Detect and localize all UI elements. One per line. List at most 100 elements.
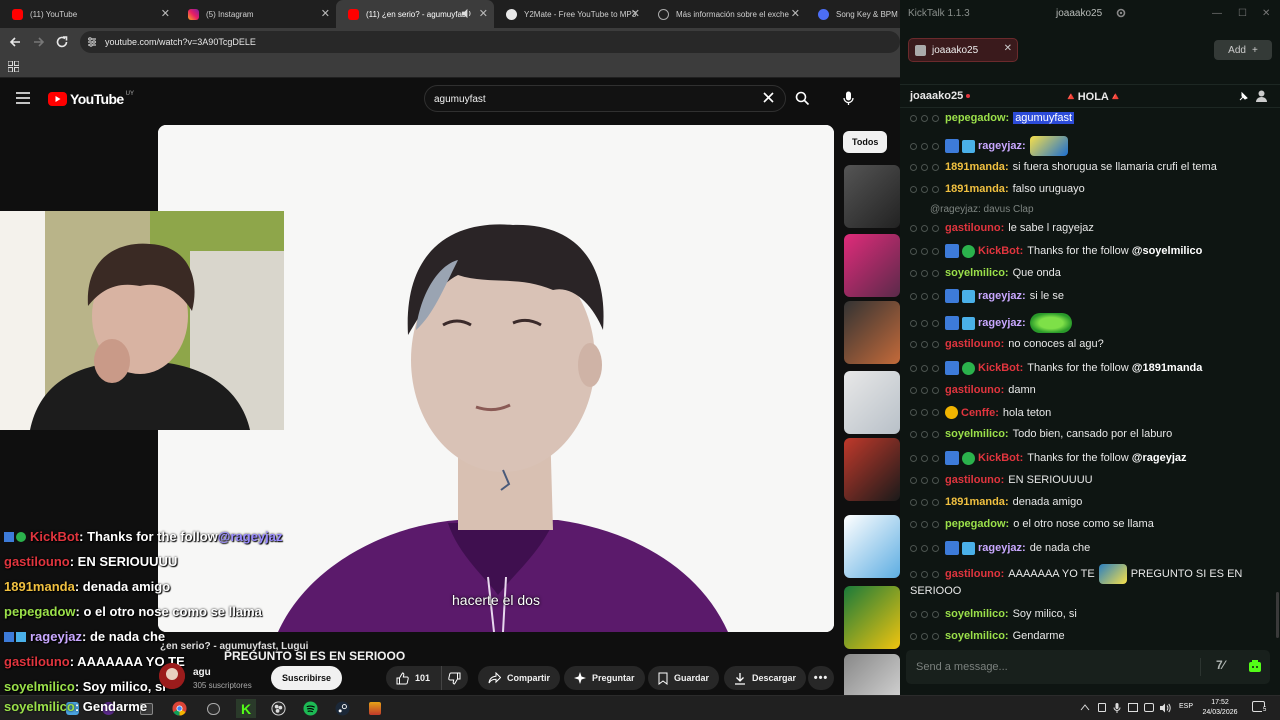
- browser-tab[interactable]: Más información sobre el exche ✕: [646, 0, 806, 28]
- more-actions-button[interactable]: •••: [808, 666, 834, 690]
- mod-action-icon[interactable]: [932, 292, 939, 300]
- kick-icon[interactable]: K: [236, 699, 256, 718]
- pin-icon[interactable]: [1238, 91, 1249, 102]
- moderation-actions[interactable]: [910, 454, 939, 462]
- mod-action-icon[interactable]: [910, 544, 917, 552]
- taskbar-app-icon[interactable]: [366, 700, 383, 717]
- mod-action-icon[interactable]: [932, 498, 939, 506]
- mod-action-icon[interactable]: [910, 610, 917, 618]
- chat-username[interactable]: rageyjaz: [978, 542, 1022, 554]
- maximize-icon[interactable]: ☐: [1238, 8, 1247, 19]
- message-input[interactable]: [916, 659, 1196, 675]
- browser-tab[interactable]: (5) Instagram ✕: [176, 0, 336, 28]
- system-clock[interactable]: 17:52 24/03/2026: [1198, 698, 1242, 718]
- chat-username[interactable]: soyelmilico: [945, 630, 1005, 642]
- user-icon[interactable]: [1256, 90, 1267, 102]
- subscribe-button[interactable]: Suscribirse: [271, 666, 343, 690]
- mod-action-icon[interactable]: [910, 570, 917, 578]
- mod-action-icon[interactable]: [932, 570, 939, 578]
- volume-icon[interactable]: [1160, 703, 1171, 713]
- mod-action-icon[interactable]: [910, 114, 917, 122]
- mod-action-icon[interactable]: [921, 454, 928, 462]
- site-settings-icon[interactable]: [86, 36, 98, 48]
- mod-action-icon[interactable]: [921, 269, 928, 277]
- steam-icon[interactable]: [334, 700, 351, 717]
- minimize-icon[interactable]: —: [1212, 8, 1222, 19]
- like-button[interactable]: 101: [386, 666, 442, 690]
- mod-action-icon[interactable]: [910, 632, 917, 640]
- seven-tv-emote-icon[interactable]: 7⁄: [1216, 658, 1225, 672]
- mod-action-icon[interactable]: [910, 319, 917, 327]
- mod-action-icon[interactable]: [932, 409, 939, 416]
- mod-action-icon[interactable]: [932, 430, 939, 438]
- channel-avatar[interactable]: [159, 663, 185, 689]
- moderation-actions[interactable]: [910, 476, 939, 484]
- mod-action-icon[interactable]: [932, 340, 939, 348]
- moderation-actions[interactable]: [910, 610, 939, 618]
- moderation-actions[interactable]: [910, 570, 939, 578]
- channel-tab[interactable]: joaaako25 ✕: [908, 38, 1018, 62]
- mod-action-icon[interactable]: [910, 340, 917, 348]
- recommended-video-thumbnail[interactable]: [844, 586, 900, 649]
- recommended-video-thumbnail[interactable]: [844, 438, 900, 501]
- close-icon[interactable]: ✕: [631, 7, 640, 20]
- mod-action-icon[interactable]: [910, 269, 917, 277]
- mod-action-icon[interactable]: [932, 386, 939, 394]
- close-icon[interactable]: ✕: [791, 7, 800, 20]
- chat-username[interactable]: pepegadow: [945, 112, 1006, 124]
- mod-action-icon[interactable]: [910, 142, 917, 150]
- chat-username[interactable]: Cenffe: [961, 407, 995, 419]
- browser-tab[interactable]: Y2Mate - Free YouTube to MP3 ✕: [494, 0, 646, 28]
- spotify-icon[interactable]: [302, 700, 319, 717]
- mod-action-icon[interactable]: [921, 340, 928, 348]
- search-button[interactable]: [786, 85, 818, 112]
- moderation-actions[interactable]: [910, 544, 939, 552]
- mod-action-icon[interactable]: [921, 570, 928, 578]
- chrome-icon[interactable]: [171, 700, 188, 717]
- settings-gear-icon[interactable]: [1116, 8, 1126, 18]
- moderation-actions[interactable]: [910, 498, 939, 506]
- mod-action-icon[interactable]: [910, 224, 917, 232]
- moderation-actions[interactable]: [910, 340, 939, 348]
- network-icon[interactable]: [1144, 703, 1154, 712]
- chat-username[interactable]: pepegadow: [945, 518, 1006, 530]
- back-arrow-icon[interactable]: [7, 34, 23, 50]
- chat-username[interactable]: KickBot: [978, 452, 1020, 464]
- mod-action-icon[interactable]: [921, 430, 928, 438]
- tray-app-icon[interactable]: [1128, 703, 1138, 712]
- mod-action-icon[interactable]: [932, 476, 939, 484]
- moderation-actions[interactable]: [910, 292, 939, 300]
- apps-grid-icon[interactable]: [8, 61, 19, 72]
- moderation-actions[interactable]: [910, 430, 939, 438]
- chat-scrollbar[interactable]: [1276, 592, 1279, 638]
- reply-preview[interactable]: @rageyjaz: davus Clap: [910, 204, 1034, 215]
- mod-action-icon[interactable]: [921, 409, 928, 416]
- channel-name[interactable]: agu: [193, 667, 211, 678]
- ask-button[interactable]: Preguntar: [564, 666, 645, 690]
- mod-action-icon[interactable]: [910, 247, 917, 255]
- mod-action-icon[interactable]: [921, 364, 928, 372]
- mod-action-icon[interactable]: [910, 163, 917, 171]
- recommended-video-thumbnail[interactable]: [844, 515, 900, 578]
- mod-action-icon[interactable]: [921, 163, 928, 171]
- mod-action-icon[interactable]: [910, 430, 917, 438]
- close-icon[interactable]: ✕: [321, 7, 330, 20]
- moderation-actions[interactable]: [910, 163, 939, 171]
- mod-action-icon[interactable]: [910, 292, 917, 300]
- close-window-icon[interactable]: ✕: [1262, 8, 1270, 19]
- mod-action-icon[interactable]: [932, 142, 939, 150]
- browser-tab[interactable]: Song Key & BPM: [806, 0, 900, 28]
- browser-tab[interactable]: (11) YouTube ✕: [0, 0, 176, 28]
- mod-action-icon[interactable]: [910, 498, 917, 506]
- mod-action-icon[interactable]: [910, 386, 917, 394]
- mod-action-icon[interactable]: [910, 364, 917, 372]
- recommended-video-thumbnail[interactable]: [844, 165, 900, 228]
- mod-action-icon[interactable]: [932, 610, 939, 618]
- mod-action-icon[interactable]: [921, 386, 928, 394]
- mod-action-icon[interactable]: [932, 114, 939, 122]
- mod-action-icon[interactable]: [921, 544, 928, 552]
- close-icon[interactable]: ✕: [161, 7, 170, 20]
- mod-action-icon[interactable]: [932, 544, 939, 552]
- mod-action-icon[interactable]: [910, 454, 917, 462]
- chat-username[interactable]: gastilouno: [945, 338, 1001, 350]
